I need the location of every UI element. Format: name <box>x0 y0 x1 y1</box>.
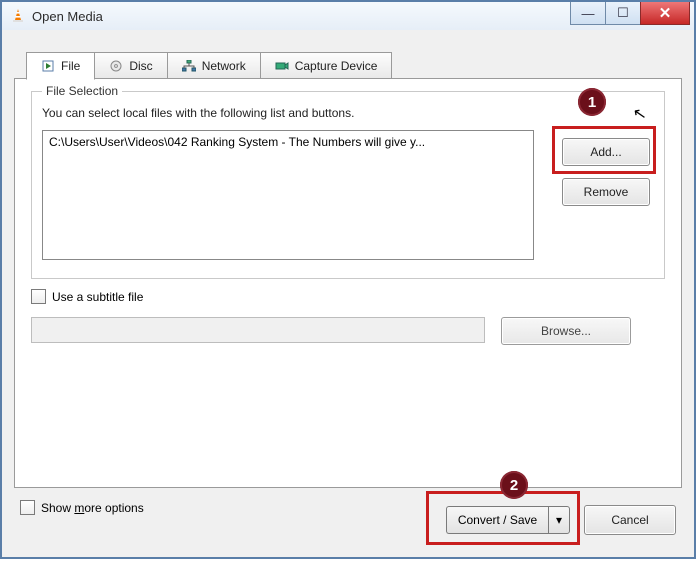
network-icon <box>182 59 196 73</box>
subtitle-row: Use a subtitle file <box>31 289 143 304</box>
tab-capture[interactable]: Capture Device <box>260 52 393 79</box>
tab-network-label: Network <box>202 59 246 73</box>
remove-button[interactable]: Remove <box>562 178 650 206</box>
titlebar[interactable]: Open Media — ☐ ✕ <box>2 2 694 31</box>
client-area: File Disc Network Capture Device File Se… <box>2 30 694 557</box>
cancel-button-label: Cancel <box>611 513 648 527</box>
disc-icon <box>109 59 123 73</box>
tab-panel-file: File Selection You can select local file… <box>14 78 682 488</box>
subtitle-path-input <box>31 317 485 343</box>
vlc-icon <box>10 8 26 24</box>
file-selection-legend: File Selection <box>42 84 122 98</box>
convert-save-button[interactable]: Convert / Save ▾ <box>446 506 570 534</box>
tab-disc-label: Disc <box>129 59 152 73</box>
tab-disc[interactable]: Disc <box>94 52 167 79</box>
tab-network[interactable]: Network <box>167 52 261 79</box>
file-play-icon <box>41 59 55 73</box>
show-more-checkbox[interactable] <box>20 500 35 515</box>
capture-icon <box>275 59 289 73</box>
annotation-badge-1: 1 <box>578 88 606 116</box>
browse-button-label: Browse... <box>541 324 591 338</box>
close-button[interactable]: ✕ <box>640 2 690 25</box>
tab-capture-label: Capture Device <box>295 59 378 73</box>
tab-bar: File Disc Network Capture Device <box>26 52 391 80</box>
tab-file[interactable]: File <box>26 52 95 80</box>
open-media-window: Open Media — ☐ ✕ File Disc Network Captu… <box>0 0 696 559</box>
remove-button-label: Remove <box>584 185 629 199</box>
convert-save-main[interactable]: Convert / Save <box>446 506 548 534</box>
convert-save-label: Convert / Save <box>458 513 537 527</box>
window-title: Open Media <box>32 9 570 24</box>
minimize-button[interactable]: — <box>570 2 606 25</box>
chevron-down-icon: ▾ <box>556 513 562 527</box>
add-button-label: Add... <box>590 145 621 159</box>
tab-file-label: File <box>61 59 80 73</box>
cancel-button[interactable]: Cancel <box>584 505 676 535</box>
window-controls: — ☐ ✕ <box>570 2 690 24</box>
add-button[interactable]: Add... <box>562 138 650 166</box>
file-list[interactable]: C:\Users\User\Videos\042 Ranking System … <box>42 130 534 260</box>
show-more-label: Show more options <box>41 501 144 515</box>
subtitle-checkbox[interactable] <box>31 289 46 304</box>
file-list-item[interactable]: C:\Users\User\Videos\042 Ranking System … <box>43 131 533 153</box>
subtitle-checkbox-label: Use a subtitle file <box>52 290 143 304</box>
file-selection-description: You can select local files with the foll… <box>42 106 354 120</box>
show-more-options[interactable]: Show more options <box>20 500 144 515</box>
dialog-footer: Convert / Save ▾ Cancel <box>446 505 676 535</box>
maximize-button[interactable]: ☐ <box>605 2 641 25</box>
browse-button: Browse... <box>501 317 631 345</box>
annotation-badge-2: 2 <box>500 471 528 499</box>
convert-save-dropdown[interactable]: ▾ <box>548 506 570 534</box>
file-selection-group: File Selection You can select local file… <box>31 91 665 279</box>
cursor-icon: ↖ <box>631 103 648 125</box>
